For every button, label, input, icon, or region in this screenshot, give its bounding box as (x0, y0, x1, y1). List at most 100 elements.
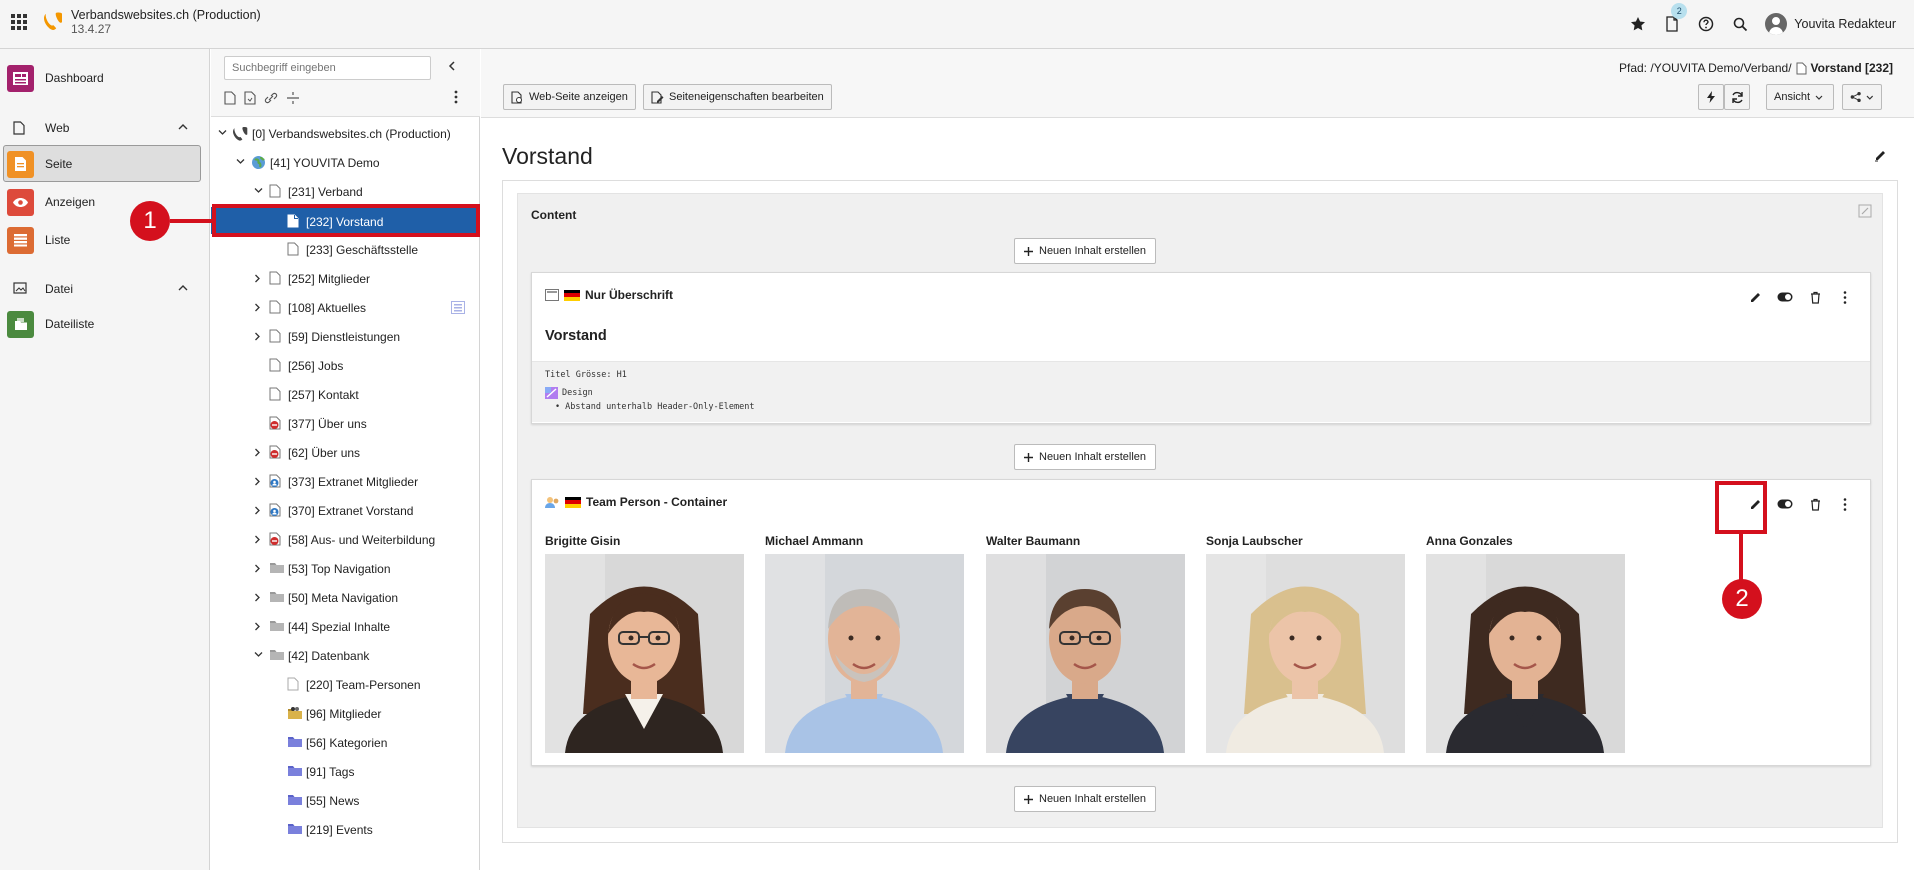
delete-trash-icon[interactable] (1806, 288, 1824, 306)
tree-node[interactable]: [252] Mitglieder (211, 264, 480, 293)
tree-node[interactable]: [44] Spezial Inhalte (211, 612, 480, 641)
tree-node[interactable]: [233] Geschäftsstelle (211, 235, 480, 264)
tree-node-label: [257] Kontakt (288, 388, 359, 402)
new-content-button[interactable]: Neuen Inhalt erstellen (1014, 786, 1157, 812)
callout-marker-1: 1 (130, 201, 170, 241)
more-options-icon[interactable] (1836, 495, 1854, 513)
help-icon[interactable] (1691, 9, 1721, 39)
tree-node[interactable]: [377] Über uns (211, 409, 480, 438)
group-page-icon (269, 503, 282, 517)
tree-node[interactable]: [256] Jobs (211, 351, 480, 380)
tree-node[interactable]: [108] Aktuelles (211, 293, 480, 322)
link-icon[interactable] (264, 91, 278, 105)
tree-node[interactable]: [58] Aus- und Weiterbildung (211, 525, 480, 554)
user-menu[interactable]: Youvita Redakteur (1765, 13, 1896, 35)
chevron-down-icon[interactable] (218, 129, 227, 136)
design-item: Abstand unterhalb Header-Only-Element (565, 402, 755, 412)
module-group-web[interactable]: Web (0, 114, 210, 142)
tree-node[interactable]: [62] Über uns (211, 438, 480, 467)
bullet-icon: • (555, 402, 561, 412)
more-options-icon[interactable] (1836, 288, 1854, 306)
module-label: Liste (45, 233, 71, 247)
tree-node[interactable]: [231] Verband (211, 177, 480, 206)
chevron-right-icon[interactable] (254, 274, 261, 283)
edit-pencil-icon[interactable] (1874, 149, 1887, 162)
toggle-visibility-icon[interactable] (1776, 288, 1794, 306)
page-icon (287, 677, 299, 691)
tree-node[interactable]: [220] Team-Personen (211, 670, 480, 699)
more-options-icon[interactable] (454, 90, 458, 104)
edit-pencil-icon[interactable] (1746, 288, 1764, 306)
team-person-icon (545, 496, 560, 509)
new-page-icon[interactable] (224, 91, 236, 105)
app-grid-icon[interactable] (11, 14, 27, 30)
tree-node[interactable]: [0] Verbandswebsites.ch (Production) (211, 119, 480, 148)
clear-cache-button[interactable] (1698, 84, 1724, 110)
module-seite[interactable]: Seite (0, 145, 210, 183)
german-flag-icon (564, 289, 580, 301)
sysfolder-icon (287, 793, 303, 806)
chevron-right-icon[interactable] (254, 477, 261, 486)
module-dashboard[interactable]: Dashboard (0, 59, 210, 97)
tree-node[interactable]: [370] Extranet Vorstand (211, 496, 480, 525)
element-meta: Titel Grösse: H1 Design • Abstand unterh… (532, 361, 1870, 422)
column-edit-icon[interactable] (1858, 204, 1872, 218)
content-element-team-container[interactable]: Team Person - Container Brigitte Gisin Mi… (531, 479, 1871, 766)
tree-search-input[interactable] (224, 56, 431, 80)
tree-node[interactable]: [53] Top Navigation (211, 554, 480, 583)
module-label: Dashboard (45, 71, 104, 85)
tree-node[interactable]: [55] News (211, 786, 480, 815)
view-mode-dropdown[interactable]: Ansicht (1766, 84, 1834, 110)
site-title: Verbandswebsites.ch (Production) (71, 8, 261, 22)
new-page-special-icon[interactable] (244, 91, 256, 105)
tree-node[interactable]: [42] Datenbank (211, 641, 480, 670)
module-menu: Dashboard Web Seite Anzeigen Liste Datei (0, 49, 210, 870)
page-icon (269, 300, 281, 314)
module-anzeigen[interactable]: Anzeigen (0, 183, 210, 221)
chevron-right-icon[interactable] (254, 564, 261, 573)
separator-icon[interactable] (286, 91, 300, 105)
opendocs-icon[interactable]: 2 (1657, 3, 1688, 39)
module-liste[interactable]: Liste (0, 221, 210, 259)
chevron-down-icon[interactable] (254, 187, 263, 194)
chevron-right-icon[interactable] (254, 332, 261, 341)
reload-button[interactable] (1724, 84, 1750, 110)
tree-node[interactable]: [59] Dienstleistungen (211, 322, 480, 351)
chevron-down-icon[interactable] (254, 651, 263, 658)
notification-badge: 2 (1671, 3, 1688, 19)
collapse-tree-icon[interactable] (448, 61, 456, 71)
module-dateiliste[interactable]: Dateiliste (0, 305, 210, 343)
tree-node[interactable]: [96] Mitglieder (211, 699, 480, 728)
chevron-down-icon[interactable] (236, 158, 245, 165)
folder-icon (269, 590, 285, 603)
chevron-right-icon[interactable] (254, 448, 261, 457)
team-person-name: Michael Ammann (765, 534, 864, 548)
tree-node[interactable]: [257] Kontakt (211, 380, 480, 409)
chevron-right-icon[interactable] (254, 622, 261, 631)
new-content-button[interactable]: Neuen Inhalt erstellen (1014, 444, 1157, 470)
tree-node[interactable]: [50] Meta Navigation (211, 583, 480, 612)
view-webpage-button[interactable]: Web-Seite anzeigen (503, 84, 636, 110)
search-icon[interactable] (1725, 9, 1755, 39)
chevron-right-icon[interactable] (254, 506, 261, 515)
share-dropdown[interactable] (1842, 84, 1882, 110)
content-column: Content Neuen Inhalt erstellen Nur Übers… (517, 193, 1883, 828)
content-element-header[interactable]: Nur Überschrift Vorstand Titel Grösse: H… (531, 272, 1871, 424)
team-person-photo (545, 554, 744, 753)
new-content-button[interactable]: Neuen Inhalt erstellen (1014, 238, 1157, 264)
tree-node[interactable]: [373] Extranet Mitglieder (211, 467, 480, 496)
bookmark-star-icon[interactable] (1623, 9, 1653, 39)
delete-trash-icon[interactable] (1806, 495, 1824, 513)
breadcrumb-path: Pfad: /YOUVITA Demo/Verband/ (1619, 61, 1792, 75)
chevron-right-icon[interactable] (254, 303, 261, 312)
chevron-right-icon[interactable] (254, 593, 261, 602)
module-group-datei[interactable]: Datei (0, 275, 210, 303)
toggle-visibility-icon[interactable] (1776, 495, 1794, 513)
chevron-right-icon[interactable] (254, 535, 261, 544)
tree-node[interactable]: [91] Tags (211, 757, 480, 786)
edit-page-properties-button[interactable]: Seiteneigenschaften bearbeiten (643, 84, 832, 110)
element-heading: Vorstand (545, 328, 607, 344)
tree-node[interactable]: [56] Kategorien (211, 728, 480, 757)
tree-node[interactable]: [41] YOUVITA Demo (211, 148, 480, 177)
tree-node[interactable]: [219] Events (211, 815, 480, 844)
